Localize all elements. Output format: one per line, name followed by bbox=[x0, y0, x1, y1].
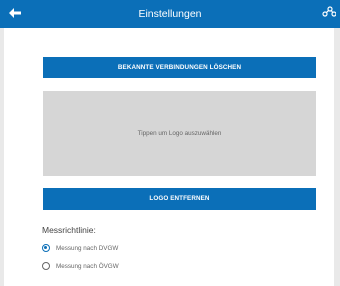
clear-known-connections-button[interactable]: BEKANNTE VERBINDUNGEN LÖSCHEN bbox=[43, 57, 316, 78]
radio-checked-icon[interactable] bbox=[42, 244, 50, 252]
measurement-guideline-label: Messrichtlinie: bbox=[42, 225, 96, 235]
share-icon bbox=[322, 5, 337, 23]
settings-panel: BEKANNTE VERBINDUNGEN LÖSCHEN Tippen um … bbox=[4, 28, 334, 286]
back-arrow-icon bbox=[8, 5, 21, 23]
page-title: Einstellungen bbox=[138, 8, 202, 20]
app-header: Einstellungen bbox=[0, 0, 340, 28]
logo-picker[interactable]: Tippen um Logo auszuwählen bbox=[43, 91, 316, 176]
back-button[interactable] bbox=[0, 0, 29, 28]
radio-option-dvgw[interactable]: Messung nach DVGW bbox=[42, 242, 118, 254]
radio-label-dvgw: Messung nach DVGW bbox=[56, 244, 119, 252]
share-button[interactable] bbox=[322, 0, 340, 28]
radio-label-oevgw: Messung nach ÖVGW bbox=[56, 262, 119, 270]
scrollbar-track[interactable] bbox=[334, 28, 340, 286]
remove-logo-button[interactable]: LOGO ENTFERNEN bbox=[43, 188, 316, 210]
radio-option-oevgw[interactable]: Messung nach ÖVGW bbox=[42, 260, 119, 272]
radio-unchecked-icon[interactable] bbox=[42, 262, 50, 270]
logo-placeholder-text: Tippen um Logo auszuwählen bbox=[137, 130, 222, 137]
